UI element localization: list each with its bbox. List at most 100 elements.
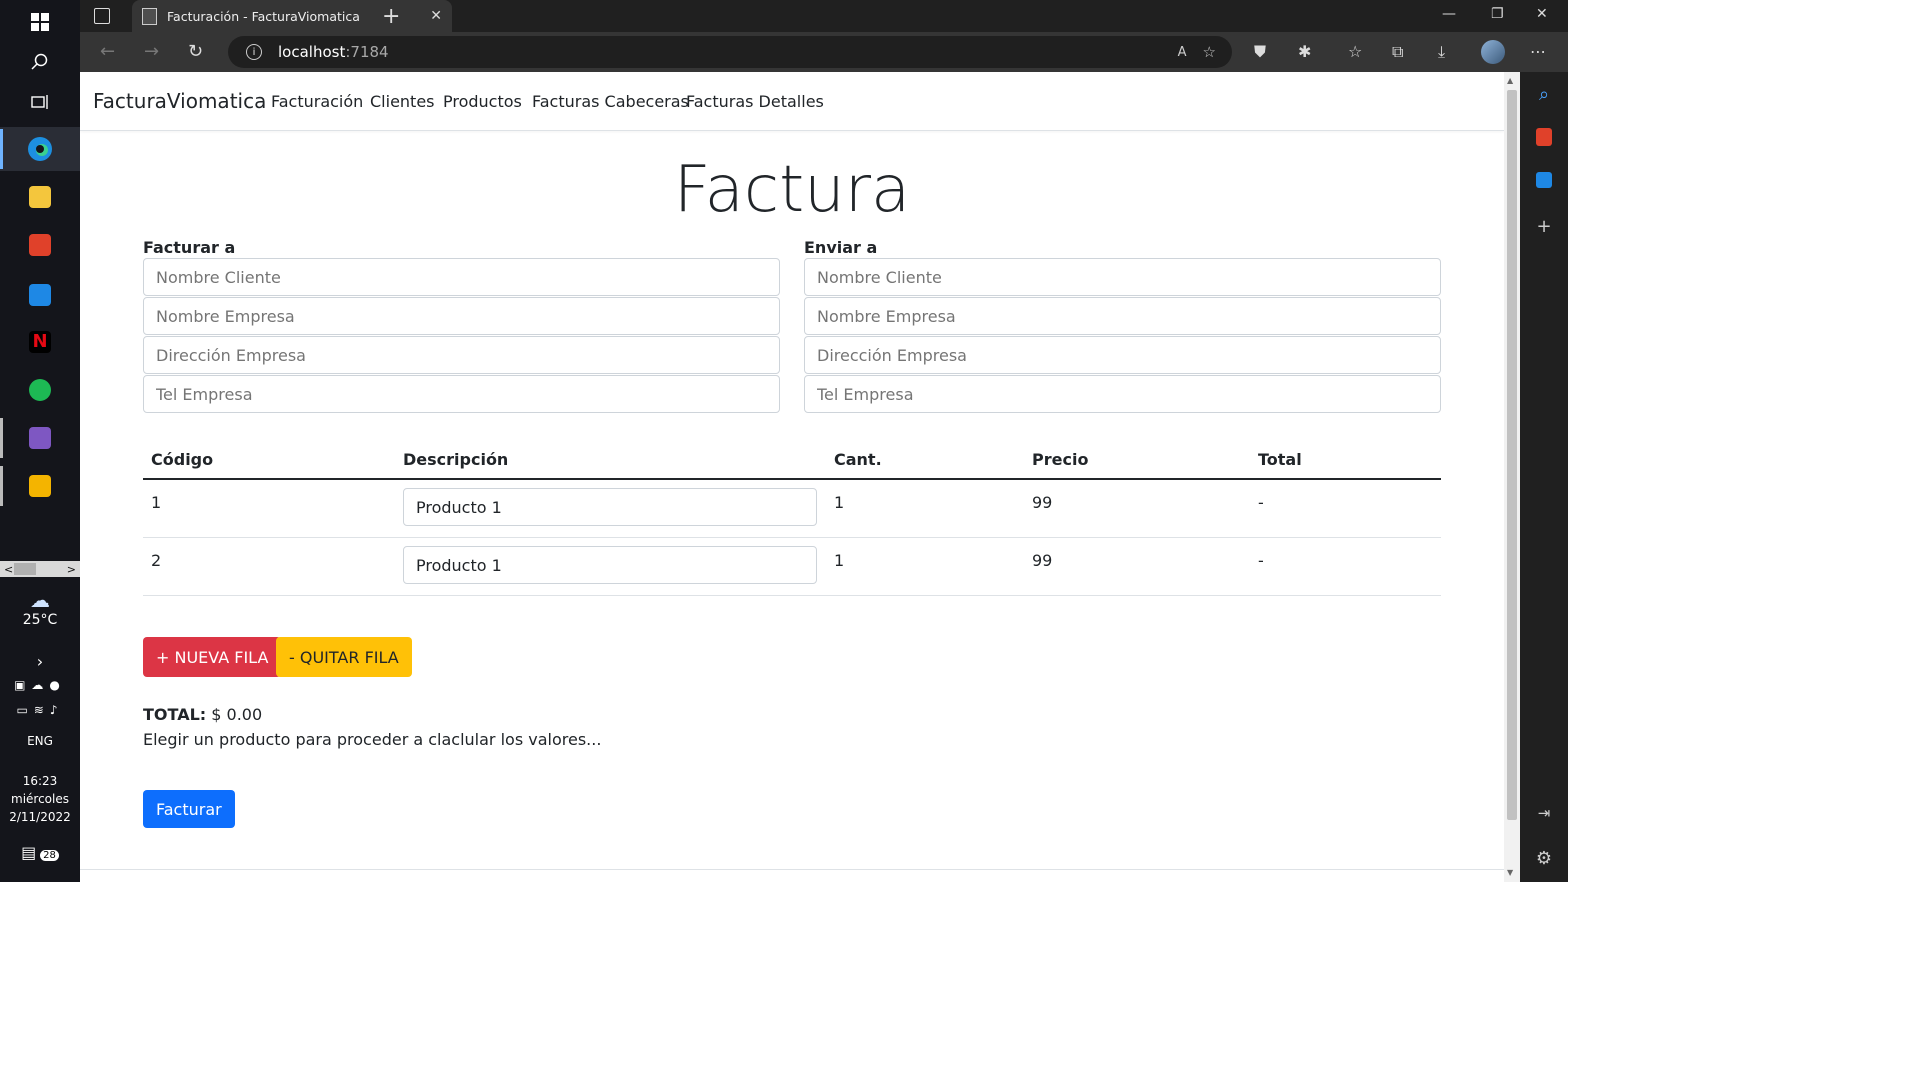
table-header-divider	[143, 478, 1441, 480]
extensions-icon[interactable]: ✱	[1298, 42, 1311, 61]
bill-to-company-address-input[interactable]	[143, 336, 780, 374]
task-view-icon[interactable]	[0, 80, 80, 124]
mail-icon[interactable]	[0, 273, 80, 317]
back-icon[interactable]: ←	[100, 41, 115, 62]
weather-widget[interactable]: ☁ 25°C	[0, 588, 80, 628]
edge-sidebar: ⌕ + ⇥ ⚙	[1520, 72, 1568, 882]
sidebar-search-icon[interactable]: ⌕	[1520, 84, 1568, 105]
read-aloud-icon[interactable]: A	[1178, 45, 1187, 60]
page-favicon-icon	[142, 7, 157, 25]
netflix-icon[interactable]: N	[0, 320, 80, 364]
bill-to-label: Facturar a	[143, 238, 236, 257]
scroll-up-icon[interactable]: ▲	[1507, 76, 1513, 85]
minimize-icon[interactable]: —	[1442, 6, 1456, 22]
row-description-input[interactable]	[403, 546, 817, 584]
snipping-tool-icon[interactable]	[0, 464, 80, 508]
column-header-quantity: Cant.	[834, 450, 882, 469]
browser-tab[interactable]: Facturación - FacturaViomatica ✕	[132, 0, 452, 32]
submit-invoice-button[interactable]: Facturar	[143, 790, 235, 828]
sidebar-add-icon[interactable]: +	[1520, 216, 1568, 237]
notification-icon: ▤	[21, 843, 37, 862]
page-viewport: FacturaViomatica Facturación Clientes Pr…	[80, 72, 1504, 882]
site-info-icon[interactable]: i	[246, 44, 262, 60]
spotify-icon[interactable]	[0, 368, 80, 412]
language-indicator[interactable]: ENG	[0, 734, 80, 748]
add-row-button[interactable]: + NUEVA FILA	[143, 637, 282, 677]
row-quantity: 1	[834, 551, 845, 570]
row-total: -	[1258, 551, 1264, 570]
windows-start-icon[interactable]	[0, 0, 80, 44]
nav-link-facturacion[interactable]: Facturación	[271, 92, 363, 111]
row-divider	[143, 537, 1441, 538]
add-favorite-icon[interactable]: ☆	[1203, 43, 1216, 61]
sidebar-settings-icon[interactable]: ⚙	[1520, 848, 1568, 869]
nav-link-clientes[interactable]: Clientes	[370, 92, 435, 111]
cloud-icon: ☁	[30, 588, 50, 612]
battery-wifi-volume-icons[interactable]: ▭≋♪	[0, 703, 80, 717]
bill-to-client-name-input[interactable]	[143, 258, 780, 296]
office-icon[interactable]	[0, 223, 80, 267]
tab-actions-icon[interactable]	[94, 8, 110, 24]
page-title: Factura	[673, 153, 911, 227]
downloads-icon[interactable]: ⤓	[1438, 42, 1445, 62]
remove-row-button[interactable]: - QUITAR FILA	[276, 637, 412, 677]
search-icon[interactable]	[0, 40, 80, 84]
page-scrollbar[interactable]: ▲ ▼	[1504, 72, 1520, 882]
nav-link-facturas-cabeceras[interactable]: Facturas Cabeceras	[532, 92, 689, 111]
scroll-down-icon[interactable]: ▼	[1507, 868, 1513, 877]
tray-icons[interactable]: ▣☁●	[0, 678, 80, 692]
nav-link-productos[interactable]: Productos	[443, 92, 522, 111]
shield-icon[interactable]: ⛊	[1254, 42, 1266, 62]
row-divider	[143, 595, 1441, 596]
forward-icon[interactable]: →	[144, 41, 159, 62]
more-menu-icon[interactable]: ⋯	[1530, 42, 1546, 61]
taskbar-scroll-thumb[interactable]	[14, 563, 36, 575]
collections-icon[interactable]: ⧉	[1392, 42, 1403, 62]
clock[interactable]: 16:23 miércoles 2/11/2022	[0, 772, 80, 826]
total-value: $ 0.00	[211, 705, 263, 724]
site-brand[interactable]: FacturaViomatica	[93, 89, 266, 113]
visual-studio-icon[interactable]	[0, 416, 80, 460]
page-scroll-thumb[interactable]	[1507, 90, 1517, 820]
ship-to-company-name-input[interactable]	[804, 297, 1441, 335]
notification-center[interactable]: ▤ 28	[0, 843, 80, 862]
favorites-icon[interactable]: ☆	[1348, 42, 1362, 61]
column-header-description: Descripción	[403, 450, 509, 469]
ship-to-company-phone-input[interactable]	[804, 375, 1441, 413]
url-host: localhost	[278, 43, 346, 61]
bill-to-company-phone-input[interactable]	[143, 375, 780, 413]
scroll-right-icon[interactable]: >	[67, 563, 76, 576]
notification-count: 28	[40, 850, 59, 861]
file-explorer-icon[interactable]	[0, 175, 80, 219]
clock-date: 2/11/2022	[9, 810, 71, 824]
ship-to-client-name-input[interactable]	[804, 258, 1441, 296]
chevron-right-icon[interactable]: ›	[0, 652, 80, 671]
sidebar-hide-icon[interactable]: ⇥	[1520, 804, 1568, 822]
refresh-icon[interactable]: ↻	[188, 41, 203, 62]
sidebar-office-icon[interactable]	[1520, 128, 1568, 151]
scroll-left-icon[interactable]: <	[4, 563, 13, 576]
browser-toolbar: ← → ↻ i localhost:7184 A ☆ ⛊ ✱ ☆ ⧉ ⤓ ⋯	[80, 32, 1568, 72]
profile-avatar[interactable]	[1481, 40, 1505, 64]
nav-link-facturas-detalles[interactable]: Facturas Detalles	[686, 92, 824, 111]
clock-day: miércoles	[11, 792, 69, 806]
restore-icon[interactable]: ❐	[1491, 6, 1504, 22]
row-description-input[interactable]	[403, 488, 817, 526]
footer-divider	[80, 869, 1504, 870]
browser-tab-strip: Facturación - FacturaViomatica ✕ + — ❐ ✕	[80, 0, 1568, 32]
sidebar-outlook-icon[interactable]	[1520, 172, 1568, 193]
bill-to-company-name-input[interactable]	[143, 297, 780, 335]
ship-to-company-address-input[interactable]	[804, 336, 1441, 374]
taskbar-scrollbar[interactable]: < >	[0, 561, 80, 577]
close-window-icon[interactable]: ✕	[1536, 6, 1548, 22]
column-header-code: Código	[151, 450, 214, 469]
site-navbar: FacturaViomatica Facturación Clientes Pr…	[80, 72, 1504, 131]
edge-taskbar-icon[interactable]	[0, 127, 80, 171]
row-price: 99	[1032, 493, 1053, 512]
new-tab-icon[interactable]: +	[382, 4, 400, 29]
column-header-price: Precio	[1032, 450, 1089, 469]
url-port: :7184	[345, 43, 389, 61]
tab-close-icon[interactable]: ✕	[430, 8, 442, 24]
column-header-total: Total	[1258, 450, 1302, 469]
address-bar[interactable]: i localhost:7184 A ☆	[228, 36, 1232, 68]
